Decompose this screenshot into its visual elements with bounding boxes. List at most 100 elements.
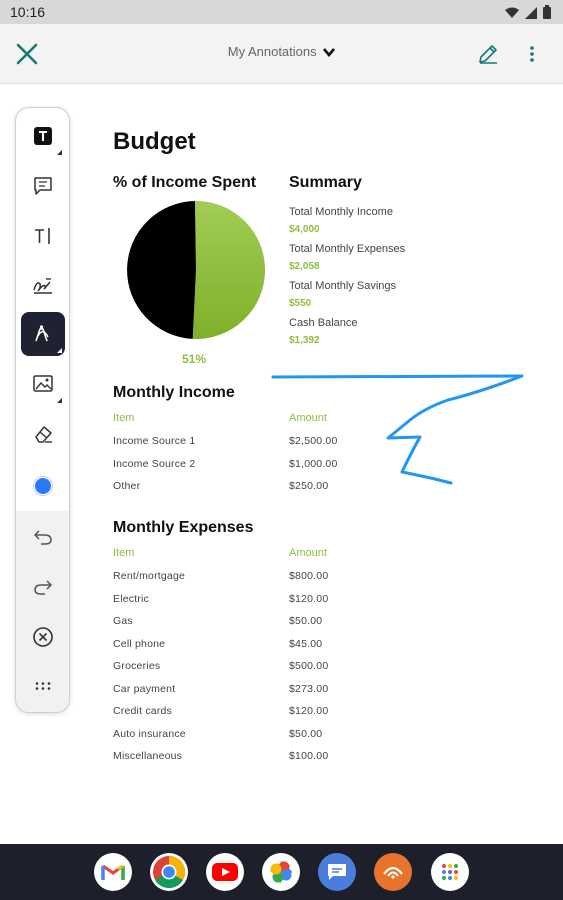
expense-item: Credit cards [113, 705, 173, 717]
cancel-circle-icon [33, 627, 53, 647]
expand-corner-icon [57, 348, 62, 353]
image-tool[interactable] [21, 362, 65, 406]
photos-icon [270, 861, 292, 883]
gmail-icon [101, 864, 125, 880]
expense-amount: $120.00 [289, 593, 329, 605]
messages-icon [328, 864, 346, 880]
summary-value: $1,392 [289, 335, 320, 346]
annotation-toolbar [15, 107, 70, 713]
image-icon [33, 375, 53, 392]
clear-button[interactable] [21, 615, 65, 659]
grid-dots-icon [35, 682, 51, 690]
more-tools-button[interactable] [21, 664, 65, 708]
expense-item: Car payment [113, 683, 176, 695]
income-item: Other [113, 480, 141, 492]
gmail-app[interactable] [94, 853, 132, 891]
undo-icon [33, 530, 52, 545]
photos-app[interactable] [262, 853, 300, 891]
pie-heading: % of Income Spent [113, 174, 257, 191]
eraser-icon [35, 426, 52, 443]
income-amount-header: Amount [289, 412, 327, 424]
expense-item: Cell phone [113, 638, 166, 650]
expense-amount: $100.00 [289, 750, 329, 762]
free-text-tool[interactable] [21, 214, 65, 258]
signal-icon [525, 6, 537, 24]
text-box-tool[interactable] [21, 114, 65, 158]
color-swatch-icon [33, 476, 53, 496]
income-amount: $250.00 [289, 480, 329, 492]
expense-item: Rent/mortgage [113, 570, 186, 582]
app-drawer[interactable] [431, 853, 469, 891]
redo-button[interactable] [21, 565, 65, 609]
summary-value: $2,058 [289, 261, 320, 272]
expense-item: Auto insurance [113, 728, 186, 740]
youtube-icon [212, 863, 238, 881]
color-picker[interactable] [21, 464, 65, 508]
pie-slice-remaining [127, 201, 196, 339]
undo-button[interactable] [21, 515, 65, 559]
summary-value: $550 [289, 298, 312, 309]
expense-amount: $500.00 [289, 660, 329, 672]
text-cursor-icon [35, 228, 50, 244]
expense-amount: $50.00 [289, 615, 323, 627]
text-box-icon [34, 127, 52, 145]
youtube-app[interactable] [206, 853, 244, 891]
eraser-tool[interactable] [21, 412, 65, 456]
expand-corner-icon [57, 398, 62, 403]
more-vert-icon [530, 46, 534, 62]
battery-icon [543, 5, 551, 24]
summary-label: Total Monthly Savings [289, 280, 396, 292]
signature-tool[interactable] [21, 264, 65, 308]
expenses-item-header: Item [113, 547, 135, 559]
income-amount: $1,000.00 [289, 458, 338, 470]
edit-button[interactable] [474, 40, 502, 68]
pen-tool[interactable] [21, 312, 65, 356]
expense-item: Electric [113, 593, 150, 605]
status-time: 10:16 [10, 4, 46, 20]
more-options-button[interactable] [520, 40, 544, 68]
chrome-app[interactable] [150, 853, 188, 891]
status-icons [505, 5, 551, 24]
income-heading: Monthly Income [113, 384, 235, 401]
wifi-icon [505, 6, 519, 24]
summary-value: $4,000 [289, 224, 320, 235]
messages-app[interactable] [318, 853, 356, 891]
app-bar: My Annotations [0, 24, 563, 84]
status-bar: 10:16 [0, 0, 563, 24]
expense-amount: $50.00 [289, 728, 323, 740]
income-item-header: Item [113, 412, 135, 424]
income-item: Income Source 1 [113, 435, 196, 447]
comment-icon [34, 177, 52, 195]
chrome-icon [153, 855, 186, 889]
document-title: Budget [113, 128, 196, 155]
pen-icon [35, 325, 49, 342]
orange-app-icon [383, 866, 403, 879]
summary-label: Total Monthly Income [289, 206, 393, 218]
signature-icon [33, 278, 52, 294]
app-drawer-icon [442, 864, 458, 880]
income-item: Income Source 2 [113, 458, 196, 470]
income-amount: $2,500.00 [289, 435, 338, 447]
expenses-amount-header: Amount [289, 547, 327, 559]
summary-heading: Summary [289, 174, 362, 191]
comment-tool[interactable] [21, 164, 65, 208]
expand-corner-icon [57, 150, 62, 155]
expense-item: Gas [113, 615, 133, 627]
pencil-icon [479, 45, 497, 64]
document-canvas[interactable] [0, 85, 563, 844]
annotations-title: My Annotations [227, 44, 317, 59]
pie-percent-label: 51% [182, 352, 207, 366]
redo-icon [34, 580, 53, 595]
summary-label: Cash Balance [289, 317, 358, 329]
pie-slice-spent [192, 201, 266, 340]
expense-amount: $800.00 [289, 570, 329, 582]
expense-item: Groceries [113, 660, 161, 672]
expense-amount: $120.00 [289, 705, 329, 717]
expense-amount: $45.00 [289, 638, 323, 650]
pie-chart [126, 200, 266, 340]
chevron-down-icon [323, 45, 336, 60]
expense-amount: $273.00 [289, 683, 329, 695]
expense-item: Miscellaneous [113, 750, 183, 762]
orange-app[interactable] [374, 853, 412, 891]
expenses-heading: Monthly Expenses [113, 519, 254, 536]
